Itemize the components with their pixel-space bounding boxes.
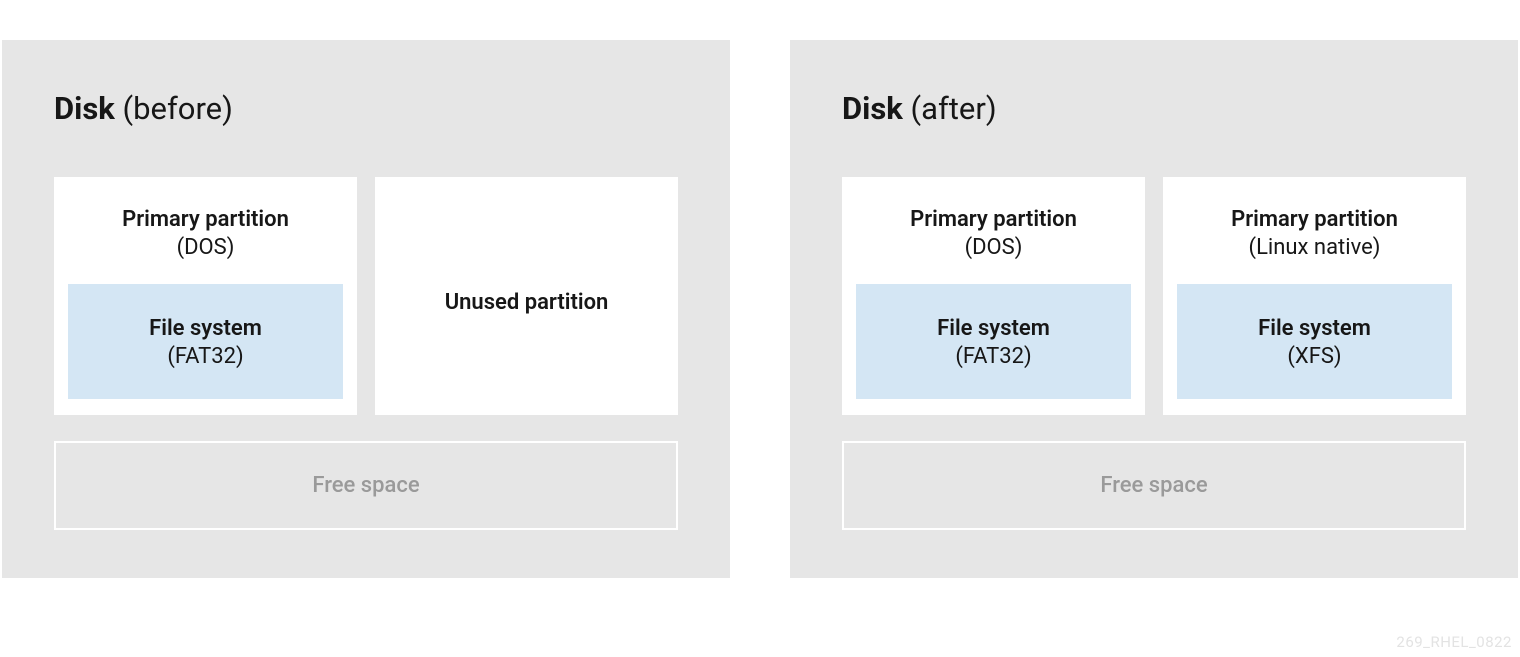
before-partition-1-label: Primary partition [122,205,289,235]
after-partition-2: Primary partition (Linux native) File sy… [1163,177,1466,415]
disk-before-title-bold: Disk [54,90,115,127]
after-fs-1: File system (FAT32) [856,284,1131,399]
before-partition-2: Unused partition [375,177,678,415]
after-partition-1-label: Primary partition [910,205,1077,235]
before-partition-1-sub: (DOS) [177,235,235,260]
after-partition-1-sub: (DOS) [965,235,1023,260]
diagram-container: Disk (before) Primary partition (DOS) Fi… [0,0,1520,578]
disk-before-title-rest: (before) [115,90,233,127]
disk-after-panel: Disk (after) Primary partition (DOS) Fil… [790,40,1518,578]
disk-before-panel: Disk (before) Primary partition (DOS) Fi… [2,40,730,578]
after-fs-1-label: File system [866,314,1121,344]
after-fs-2-sub: (XFS) [1187,344,1442,369]
after-fs-1-sub: (FAT32) [866,344,1121,369]
before-fs-1-sub: (FAT32) [78,344,333,369]
after-partition-row: Primary partition (DOS) File system (FAT… [842,177,1466,415]
before-free-space: Free space [54,441,678,530]
before-fs-1-label: File system [78,314,333,344]
before-partition-row: Primary partition (DOS) File system (FAT… [54,177,678,415]
disk-before-title: Disk (before) [54,90,678,127]
after-free-space: Free space [842,441,1466,530]
disk-after-title: Disk (after) [842,90,1466,127]
before-fs-1: File system (FAT32) [68,284,343,399]
after-fs-2-label: File system [1187,314,1442,344]
after-partition-1: Primary partition (DOS) File system (FAT… [842,177,1145,415]
after-partition-2-sub: (Linux native) [1249,235,1381,260]
disk-after-title-bold: Disk [842,90,903,127]
before-partition-1: Primary partition (DOS) File system (FAT… [54,177,357,415]
before-partition-2-label: Unused partition [445,290,609,315]
disk-after-title-rest: (after) [903,90,997,127]
after-fs-2: File system (XFS) [1177,284,1452,399]
after-partition-2-label: Primary partition [1231,205,1398,235]
watermark: 269_RHEL_0822 [1396,633,1512,651]
